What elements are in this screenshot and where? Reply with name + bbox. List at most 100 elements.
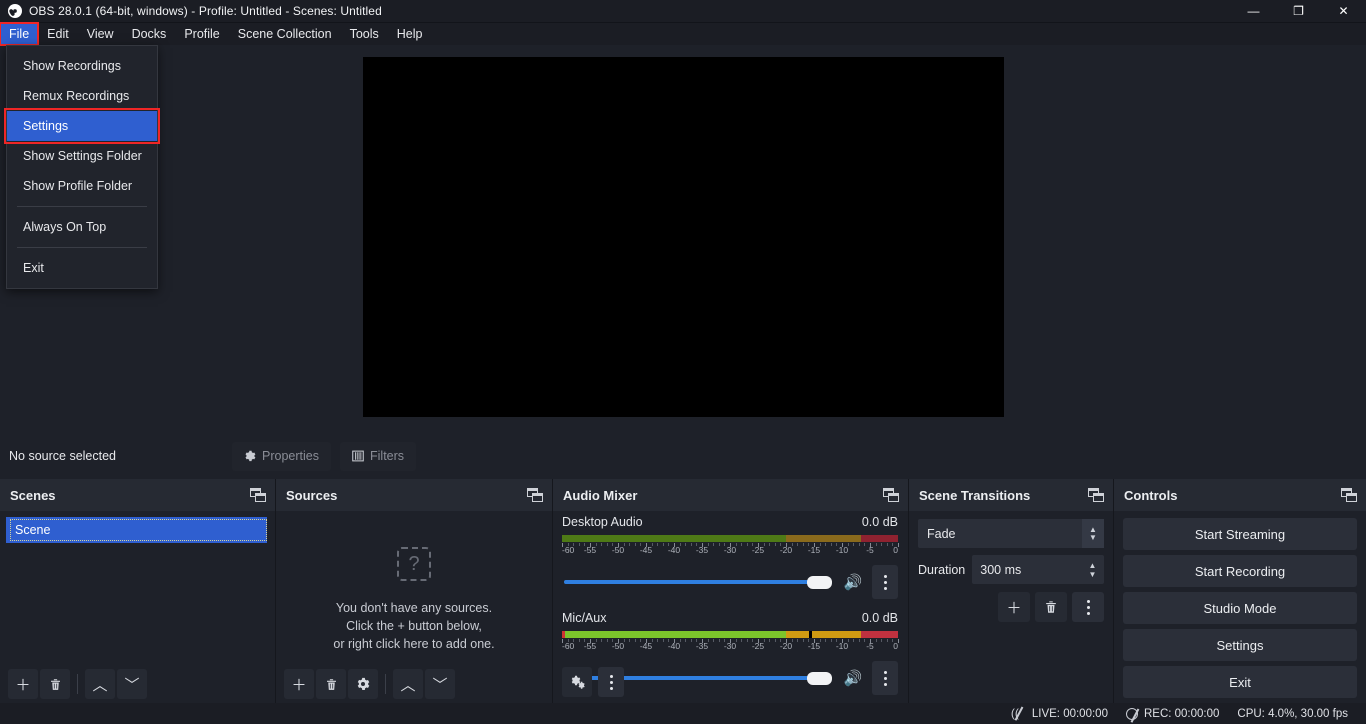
- move-scene-down-button[interactable]: ﹀: [117, 669, 147, 699]
- remove-source-button[interactable]: [316, 669, 346, 699]
- file-menu-item-show-recordings[interactable]: Show Recordings: [7, 51, 157, 81]
- menu-item-tools[interactable]: Tools: [341, 23, 388, 45]
- menu-item-view[interactable]: View: [78, 23, 123, 45]
- preview-canvas[interactable]: [363, 57, 1004, 417]
- menu-item-file[interactable]: File: [0, 22, 40, 46]
- float-dock-icon[interactable]: [250, 487, 267, 503]
- remove-transition-button[interactable]: [1035, 592, 1067, 622]
- toolbar-separator: [77, 674, 78, 694]
- desktop-audio-menu-button[interactable]: [872, 565, 898, 599]
- sources-dock-header: Sources: [276, 479, 552, 511]
- audio-channel-desktop-audio: Desktop Audio 0.0 dB -60 -55 -50 -45 -40 -35-…: [553, 511, 908, 599]
- meter-scale-label: -45: [639, 545, 653, 555]
- channel-db: 0.0 dB: [861, 611, 898, 625]
- dock-row: Scenes Scene ＋ ︿ ﹀ Sources ? You don't h…: [0, 479, 1366, 703]
- maximize-button[interactable]: ❐: [1276, 0, 1321, 23]
- move-source-down-button[interactable]: ﹀: [425, 669, 455, 699]
- mic-aux-menu-button[interactable]: [872, 661, 898, 695]
- chevron-updown-icon[interactable]: ▲ ▼: [1082, 519, 1104, 548]
- studio-mode-button[interactable]: Studio Mode: [1123, 592, 1357, 624]
- sources-empty-state: ? You don't have any sources. Click the …: [276, 547, 552, 653]
- window-controls: — ❐ ✕: [1231, 0, 1366, 23]
- scenes-list[interactable]: Scene ＋ ︿ ﹀: [0, 511, 275, 703]
- file-menu-item-exit[interactable]: Exit: [7, 253, 157, 283]
- channel-header: Mic/Aux 0.0 dB: [562, 611, 898, 625]
- meter-scale-label: -40: [667, 545, 681, 555]
- controls-dock: Controls Start Streaming Start Recording…: [1113, 479, 1366, 703]
- menu-item-edit[interactable]: Edit: [38, 23, 78, 45]
- audio-mixer-dock: Audio Mixer Desktop Audio 0.0 dB -60 -55…: [552, 479, 908, 703]
- audio-mixer-menu-button[interactable]: [598, 667, 624, 697]
- trash-icon: [50, 678, 60, 690]
- sources-empty-line-1: You don't have any sources.: [335, 601, 493, 615]
- gear-icon: [357, 677, 370, 690]
- meter-scale-label: -30: [723, 641, 737, 651]
- float-dock-icon[interactable]: [1341, 487, 1358, 503]
- file-menu-item-remux-recordings[interactable]: Remux Recordings: [7, 81, 157, 111]
- meter-scale-label: -60: [562, 545, 575, 555]
- float-dock-icon[interactable]: [527, 487, 544, 503]
- menu-separator: [17, 206, 147, 207]
- file-menu-dropdown: Show Recordings Remux Recordings Setting…: [4, 45, 160, 289]
- spinner-arrows-icon[interactable]: ▲ ▼: [1084, 561, 1104, 579]
- mute-toggle-desktop[interactable]: 🔊: [843, 573, 863, 591]
- menu-item-docks[interactable]: Docks: [123, 23, 176, 45]
- scene-item-label: Scene: [10, 519, 267, 541]
- remove-scene-button[interactable]: [40, 669, 70, 699]
- meter-scale-label: -15: [807, 545, 821, 555]
- meter-scale-label: 0: [893, 641, 898, 651]
- meter-scale-label: -35: [695, 545, 709, 555]
- transition-select[interactable]: Fade ▲ ▼: [918, 519, 1104, 548]
- properties-label: Properties: [262, 449, 319, 463]
- file-menu-item-show-profile-folder[interactable]: Show Profile Folder: [7, 171, 157, 201]
- add-source-button[interactable]: ＋: [284, 669, 314, 699]
- start-recording-button[interactable]: Start Recording: [1123, 555, 1357, 587]
- float-dock-icon[interactable]: [1088, 487, 1105, 503]
- scene-transitions-header: Scene Transitions: [909, 479, 1113, 511]
- close-button[interactable]: ✕: [1321, 0, 1366, 23]
- properties-button[interactable]: Properties: [232, 441, 331, 471]
- sources-list[interactable]: ? You don't have any sources. Click the …: [276, 511, 552, 703]
- minimize-button[interactable]: —: [1231, 0, 1276, 23]
- volume-slider-desktop[interactable]: [562, 571, 834, 593]
- toolbar-separator: [385, 674, 386, 694]
- mute-toggle-mic[interactable]: 🔊: [843, 669, 863, 687]
- volume-meter-mic: [562, 631, 898, 638]
- meter-scale-label: -50: [611, 641, 625, 651]
- gear-icon: [245, 450, 256, 462]
- add-transition-button[interactable]: ＋: [998, 592, 1030, 622]
- filters-button[interactable]: Filters: [340, 441, 417, 471]
- rec-status: REC: 00:00:00: [1125, 707, 1219, 720]
- controls-header: Controls: [1114, 479, 1366, 511]
- move-scene-up-button[interactable]: ︿: [85, 669, 115, 699]
- sources-empty-line-2: Click the + button below,: [346, 619, 482, 633]
- meter-scale-label: -10: [835, 641, 849, 651]
- meter-scale-label: -15: [807, 641, 821, 651]
- menu-item-scene-collection[interactable]: Scene Collection: [229, 23, 341, 45]
- menu-item-help[interactable]: Help: [388, 23, 432, 45]
- preview-area[interactable]: [0, 45, 1366, 435]
- duration-spinbox[interactable]: 300 ms ▲ ▼: [972, 555, 1104, 584]
- file-menu-item-always-on-top[interactable]: Always On Top: [7, 212, 157, 242]
- meter-scale-label: -25: [751, 641, 765, 651]
- move-source-up-button[interactable]: ︿: [393, 669, 423, 699]
- audio-settings-button[interactable]: [562, 667, 592, 697]
- settings-button[interactable]: Settings: [1123, 629, 1357, 661]
- sources-toolbar: ＋ ︿ ﹀: [276, 665, 552, 703]
- audio-mixer-header: Audio Mixer: [553, 479, 908, 511]
- source-status-label: No source selected: [9, 449, 117, 463]
- scene-list-item[interactable]: Scene: [6, 517, 267, 543]
- scenes-toolbar: ＋ ︿ ﹀: [0, 665, 275, 703]
- file-menu-item-settings[interactable]: Settings: [4, 108, 160, 144]
- add-scene-button[interactable]: ＋: [8, 669, 38, 699]
- start-streaming-button[interactable]: Start Streaming: [1123, 518, 1357, 550]
- record-off-icon: [1125, 707, 1138, 720]
- transition-menu-button[interactable]: [1072, 592, 1104, 622]
- meter-scale-mic: -60 -55 -50 -45 -40 -35 -30 -25 -20 -15 -10 -5 0: [562, 639, 899, 653]
- float-dock-icon[interactable]: [883, 487, 900, 503]
- exit-button[interactable]: Exit: [1123, 666, 1357, 698]
- menu-item-profile[interactable]: Profile: [175, 23, 228, 45]
- file-menu-item-show-settings-folder[interactable]: Show Settings Folder: [7, 141, 157, 171]
- source-properties-button[interactable]: [348, 669, 378, 699]
- volume-row-desktop: 🔊: [562, 565, 898, 599]
